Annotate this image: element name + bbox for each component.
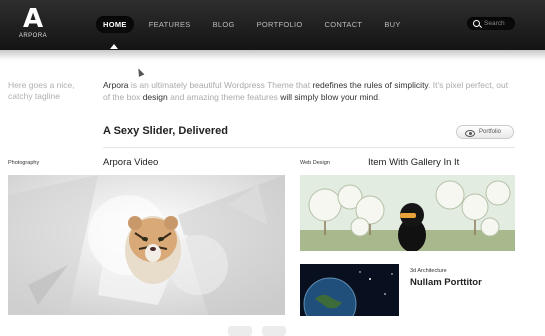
search-input[interactable]: Search [467, 17, 515, 30]
earth-thumbnail[interactable] [300, 264, 399, 316]
section-divider [103, 147, 515, 148]
item-category: 3d Architecture [410, 268, 447, 274]
slider-title: A Sexy Slider, Delivered [103, 125, 228, 137]
nav-buy[interactable]: BUY [377, 16, 407, 33]
slider-next-button[interactable] [262, 326, 286, 336]
item-category: Photography [8, 160, 40, 166]
site-header: A ARPORA HOME FEATURES BLOG PORTFOLIO CO… [0, 0, 545, 60]
eye-icon [465, 129, 475, 137]
portfolio-button-label: Portfolio [479, 129, 502, 135]
mouse-cursor-icon [135, 67, 145, 77]
logo-text: ARPORA [18, 33, 48, 39]
item-title[interactable]: Arpora Video [103, 157, 158, 168]
main-nav: HOME FEATURES BLOG PORTFOLIO CONTACT BUY [96, 16, 416, 33]
logo-mark: A [22, 4, 44, 34]
intro-text: Arpora is an ultimately beautiful Wordpr… [103, 79, 513, 103]
nav-home[interactable]: HOME [96, 16, 134, 33]
search-placeholder: Search [484, 20, 505, 27]
nav-portfolio[interactable]: PORTFOLIO [250, 16, 310, 33]
intro-part: Arpora [103, 80, 129, 90]
slider-prev-button[interactable] [228, 326, 252, 336]
tiger-image[interactable] [8, 175, 285, 315]
tagline: Here goes a nice, catchy tagline [8, 80, 75, 101]
intro-part: design [142, 92, 168, 102]
intro-part: redefines the rules of simplicity [312, 80, 429, 90]
intro-part: is an ultimately beautiful Wordpress The… [128, 80, 313, 90]
item-category: Web Design [300, 160, 330, 166]
intro-part: . [378, 92, 381, 102]
gallery-image[interactable] [300, 175, 515, 251]
nav-blog[interactable]: BLOG [206, 16, 242, 33]
nav-features[interactable]: FEATURES [142, 16, 198, 33]
search-icon [473, 20, 480, 27]
site-logo[interactable]: A ARPORA [18, 6, 48, 39]
portfolio-button[interactable]: Portfolio [456, 125, 514, 139]
intro-part: will simply blow your mind [280, 92, 379, 102]
nav-contact[interactable]: CONTACT [318, 16, 370, 33]
intro-part: and amazing theme features [167, 92, 281, 102]
nav-active-pointer [110, 44, 118, 49]
item-title[interactable]: Nullam Porttitor [410, 277, 482, 288]
item-title[interactable]: Item With Gallery In It [368, 157, 459, 168]
